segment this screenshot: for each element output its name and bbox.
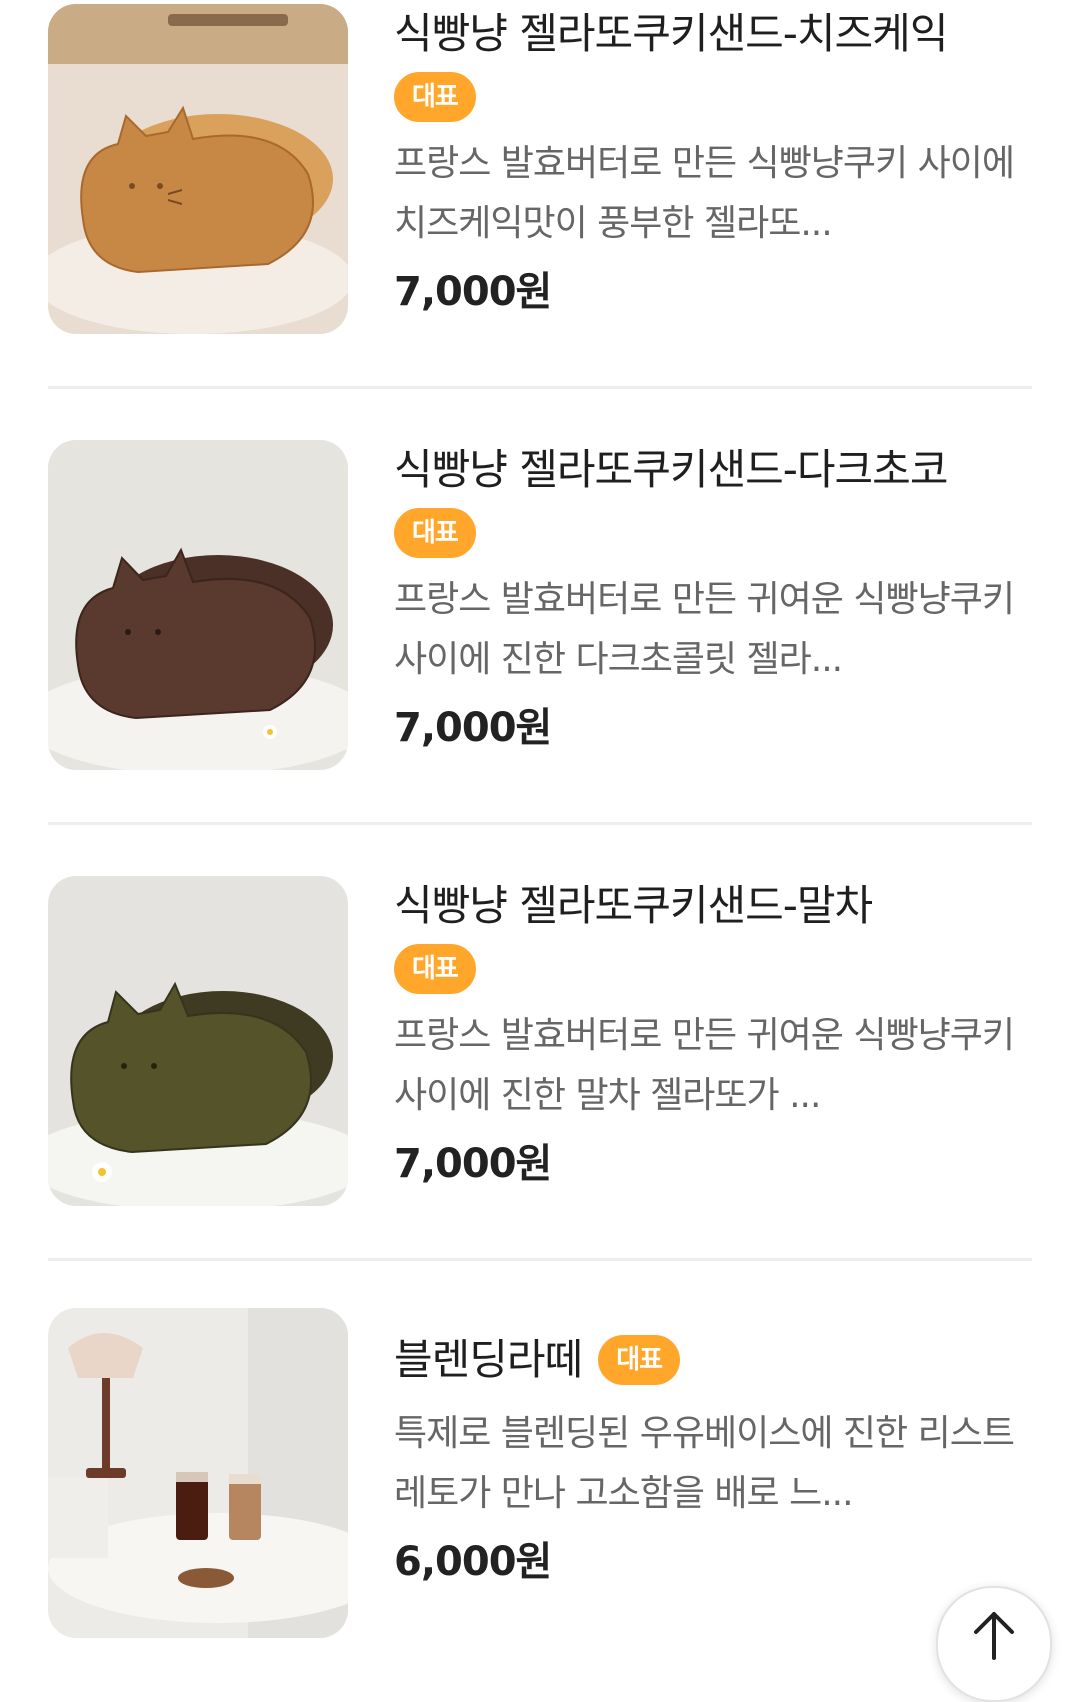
menu-item-price: 6,000원: [394, 1539, 552, 1585]
signature-badge: 대표: [394, 508, 476, 558]
signature-badge: 대표: [394, 944, 476, 994]
menu-item-title-row: 블렌딩라떼 대표: [394, 1330, 1032, 1390]
menu-item-info: 식빵냥 젤라또쿠키샌드-치즈케익 대표 프랑스 발효버터로 만든 식빵냥쿠키 사…: [394, 4, 1032, 320]
menu-item-info: 식빵냥 젤라또쿠키샌드-말차 대표 프랑스 발효버터로 만든 귀여운 식빵냥쿠키…: [394, 876, 1032, 1192]
divider: [48, 822, 1032, 825]
menu-item-image[interactable]: [48, 876, 348, 1206]
menu-item-description: 특제로 블렌딩된 우유베이스에 진한 리스트레토가 만나 고소함을 배로 느..…: [394, 1413, 1015, 1514]
scroll-to-top-button[interactable]: [936, 1586, 1052, 1702]
menu-item[interactable]: 블렌딩라떼 대표 특제로 블렌딩된 우유베이스에 진한 리스트레토가 만나 고소…: [48, 1308, 1032, 1638]
menu-item-title: 식빵냥 젤라또쿠키샌드-다크초코: [394, 445, 948, 494]
menu-item-description: 프랑스 발효버터로 만든 귀여운 식빵냥쿠키 사이에 진한 다크초콜릿 젤라..…: [394, 579, 1015, 680]
menu-item-title: 식빵냥 젤라또쿠키샌드-말차: [394, 881, 873, 930]
menu-item-image[interactable]: [48, 1308, 348, 1638]
divider: [48, 386, 1032, 389]
menu-item-image[interactable]: [48, 4, 348, 334]
menu-item-price: 7,000원: [394, 705, 552, 751]
arrow-up-icon: [974, 1612, 1014, 1660]
signature-badge: 대표: [598, 1335, 681, 1385]
menu-item-title: 블렌딩라떼: [394, 1335, 583, 1384]
menu-item[interactable]: 식빵냥 젤라또쿠키샌드-말차 대표 프랑스 발효버터로 만든 귀여운 식빵냥쿠키…: [48, 876, 1032, 1206]
menu-item[interactable]: 식빵냥 젤라또쿠키샌드-다크초코 대표 프랑스 발효버터로 만든 귀여운 식빵냥…: [48, 440, 1032, 770]
menu-item-title: 식빵냥 젤라또쿠키샌드-치즈케익: [394, 9, 948, 58]
menu-item-description: 프랑스 발효버터로 만든 식빵냥쿠키 사이에 치즈케익맛이 풍부한 젤라또...: [394, 143, 1015, 244]
menu-item[interactable]: 식빵냥 젤라또쿠키샌드-치즈케익 대표 프랑스 발효버터로 만든 식빵냥쿠키 사…: [48, 4, 1032, 334]
menu-item-description: 프랑스 발효버터로 만든 귀여운 식빵냥쿠키 사이에 진한 말차 젤라또가 ..…: [394, 1015, 1015, 1116]
menu-item-price: 7,000원: [394, 269, 552, 315]
menu-item-image[interactable]: [48, 440, 348, 770]
menu-item-info: 식빵냥 젤라또쿠키샌드-다크초코 대표 프랑스 발효버터로 만든 귀여운 식빵냥…: [394, 440, 1032, 756]
menu-item-price: 7,000원: [394, 1141, 552, 1187]
signature-badge: 대표: [394, 72, 476, 122]
menu-item-info: 블렌딩라떼 대표 특제로 블렌딩된 우유베이스에 진한 리스트레토가 만나 고소…: [394, 1330, 1032, 1590]
divider: [48, 1258, 1032, 1261]
